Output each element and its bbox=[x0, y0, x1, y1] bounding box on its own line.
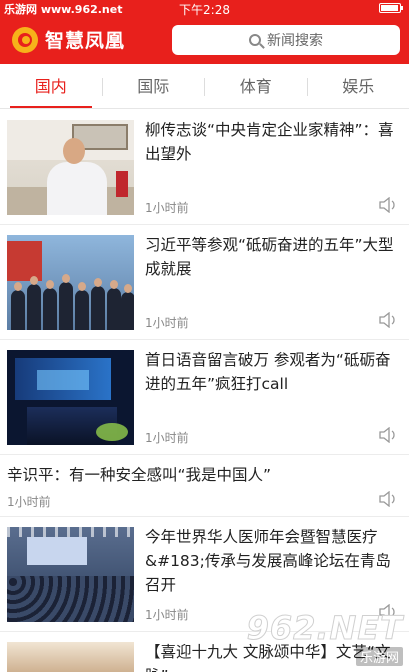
news-thumbnail bbox=[7, 350, 134, 445]
speaker-icon[interactable] bbox=[379, 427, 397, 443]
search-icon bbox=[249, 34, 261, 46]
tab-domestic[interactable]: 国内 bbox=[0, 64, 102, 108]
news-title: 首日语音留言破万 参观者为“砥砺奋进的五年”疯狂打call bbox=[145, 351, 391, 393]
site-watermark: 962.NET 乐游网 bbox=[246, 609, 403, 666]
news-thumbnail bbox=[7, 642, 134, 672]
speaker-icon[interactable] bbox=[379, 491, 397, 507]
search-input[interactable]: 新闻搜索 bbox=[172, 25, 400, 55]
news-title: 柳传志谈“中央肯定企业家精神”：喜出望外 bbox=[145, 121, 394, 163]
news-title: 今年世界华人医师年会暨智慧医疗&#183;传承与发展高峰论坛在青岛召开 bbox=[145, 528, 391, 594]
news-thumbnail bbox=[7, 235, 134, 330]
news-item[interactable]: 习近平等参观“砥砺奋进的五年”大型成就展 1小时前 bbox=[0, 225, 409, 340]
search-placeholder: 新闻搜索 bbox=[267, 33, 323, 49]
tab-international[interactable]: 国际 bbox=[103, 64, 205, 108]
app-logo[interactable]: 智慧凤凰 bbox=[12, 26, 125, 53]
news-item[interactable]: 辛识平：有一种安全感叫“我是中国人” 1小时前 bbox=[0, 455, 409, 517]
news-thumbnail bbox=[7, 120, 134, 215]
battery-icon bbox=[379, 3, 403, 13]
speaker-icon[interactable] bbox=[379, 197, 397, 213]
news-title: 习近平等参观“砥砺奋进的五年”大型成就展 bbox=[145, 236, 394, 278]
phoenix-logo-icon bbox=[12, 26, 38, 53]
news-time: 1小时前 bbox=[145, 201, 189, 215]
app-name: 智慧凤凰 bbox=[45, 30, 126, 52]
app-header: 智慧凤凰 新闻搜索 bbox=[0, 16, 409, 64]
news-thumbnail bbox=[7, 527, 134, 622]
news-list: 柳传志谈“中央肯定企业家精神”：喜出望外 1小时前 习近平等参观“砥砺奋进的五年… bbox=[0, 110, 409, 672]
news-item[interactable]: 首日语音留言破万 参观者为“砥砺奋进的五年”疯狂打call 1小时前 bbox=[0, 340, 409, 455]
watermark-logo: 962.NET bbox=[246, 609, 403, 648]
status-bar: 乐游网 www.962.net 下午2:28 bbox=[0, 0, 409, 17]
category-tabs: 国内 国际 体育 娱乐 bbox=[0, 64, 409, 109]
news-time: 1小时前 bbox=[145, 608, 189, 622]
tab-sports[interactable]: 体育 bbox=[205, 64, 307, 108]
news-time: 1小时前 bbox=[145, 431, 189, 445]
speaker-icon[interactable] bbox=[379, 312, 397, 328]
news-time: 1小时前 bbox=[145, 316, 189, 330]
tab-entertainment[interactable]: 娱乐 bbox=[308, 64, 409, 108]
news-title: 辛识平：有一种安全感叫“我是中国人” bbox=[7, 466, 272, 484]
news-item[interactable]: 柳传志谈“中央肯定企业家精神”：喜出望外 1小时前 bbox=[0, 110, 409, 225]
watermark-subtext: 乐游网 bbox=[355, 647, 403, 666]
news-time: 1小时前 bbox=[7, 495, 51, 509]
